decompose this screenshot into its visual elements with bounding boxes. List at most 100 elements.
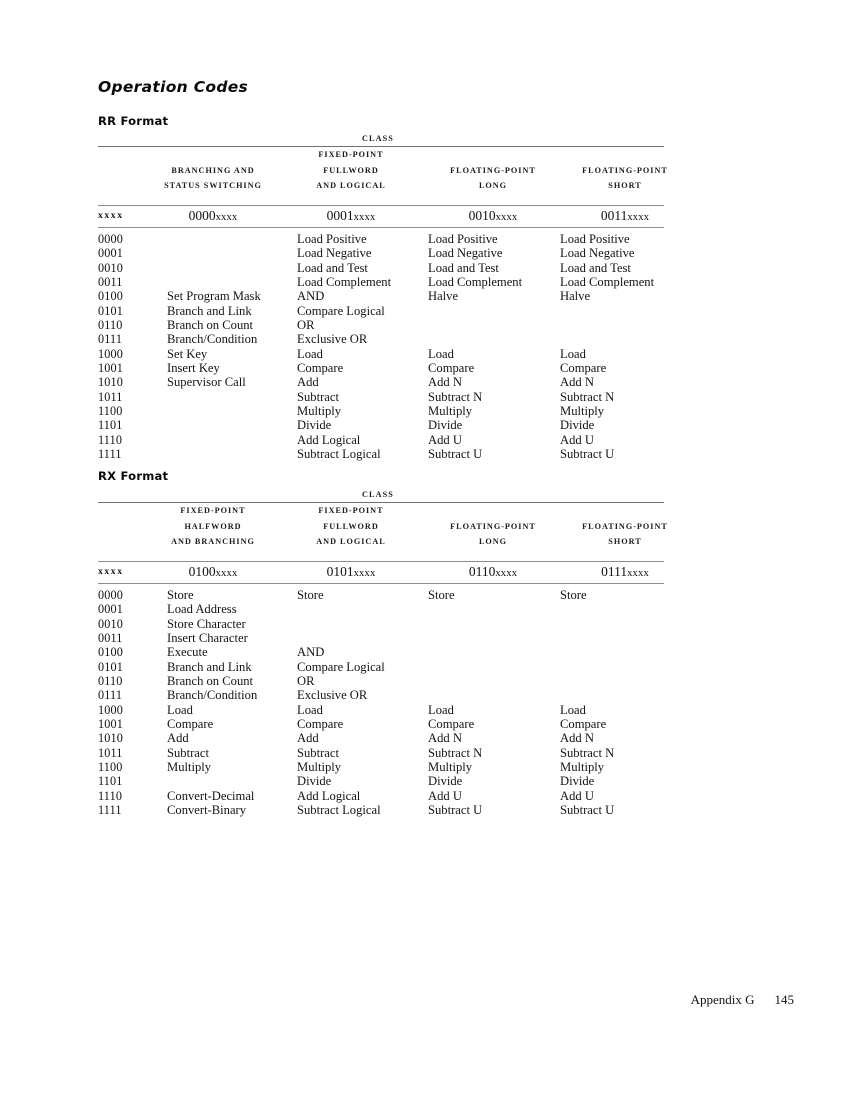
pattern-suffix: xxxx	[495, 568, 518, 579]
row-instruction: Add N	[428, 375, 462, 390]
table-row: 1010 Supervisor Call Add Add N Add N	[98, 375, 664, 389]
table-row: 1101 Divide Divide Divide	[98, 774, 664, 788]
row-opcode: 0000	[98, 588, 123, 602]
opcode-table-rr: CLASS BRANCHING AND STATUS SWITCHING FIXE…	[98, 134, 667, 462]
row-instruction: Load	[428, 346, 454, 361]
row-instruction: Compare	[297, 361, 344, 376]
row-instruction: Subtract N	[560, 745, 615, 760]
row-opcode: 0101	[98, 303, 123, 318]
row-opcode: 1110	[98, 432, 123, 447]
row-opcode: 0011	[98, 631, 123, 646]
row-instruction: Halve	[560, 289, 591, 304]
row-instruction: Divide	[560, 774, 595, 789]
pattern-prefix: 0111	[601, 564, 628, 579]
row-instruction: Divide	[297, 774, 332, 789]
table-header-row-rx: FIXED-POINT HALFWORD AND BRANCHING FIXED-P…	[98, 503, 667, 561]
pattern-prefix: 0100	[188, 564, 216, 579]
row-instruction: Add U	[560, 788, 594, 803]
row-instruction: Multiply	[167, 760, 212, 775]
table-row: 1011 Subtract Subtract Subtract N Subtract N	[98, 746, 664, 760]
table-row: 0110 Branch on Count OR	[98, 318, 664, 332]
row-instruction: Add Logical	[297, 432, 361, 447]
row-instruction: Subtract U	[428, 803, 483, 818]
row-instruction: Branch on Count	[167, 674, 254, 689]
table-row: 0110 Branch on Count OR	[98, 674, 664, 688]
row-instruction: Subtract N	[560, 389, 615, 404]
row-opcode: 0110	[98, 318, 123, 333]
column-header-line: SHORT	[608, 537, 642, 546]
row-instruction: Load	[297, 702, 323, 717]
pattern-prefix: 0101	[326, 564, 354, 579]
table-row: 1010 Add Add Add N Add N	[98, 731, 664, 745]
row-instruction: AND	[297, 645, 325, 660]
table-row: 0001 Load Address	[98, 602, 664, 616]
row-opcode: 1011	[98, 745, 123, 760]
table-row: 1000 Set Key Load Load Load	[98, 347, 664, 361]
row-instruction: Store	[428, 588, 455, 602]
row-opcode: 1001	[98, 717, 123, 732]
row-opcode: 1110	[98, 788, 123, 803]
row-instruction: Exclusive OR	[297, 332, 368, 347]
row-instruction: Add U	[428, 432, 462, 447]
row-instruction: OR	[297, 674, 315, 689]
table-row: 0011 Load Complement Load Complement Load C…	[98, 275, 664, 289]
row-instruction: OR	[297, 318, 315, 333]
row-instruction: Add	[297, 375, 319, 390]
row-opcode: 1001	[98, 361, 123, 376]
table-row: 1001 Insert Key Compare Compare Compare	[98, 361, 664, 375]
table-row: 1111 Subtract Logical Subtract U Subtract U	[98, 447, 664, 461]
class-label-rr: CLASS	[362, 134, 394, 143]
row-instruction: Compare	[560, 361, 607, 376]
row-instruction: Subtract	[167, 745, 209, 760]
table-row: 0101 Branch and Link Compare Logical	[98, 660, 664, 674]
section-heading-rx: RX Format	[98, 469, 169, 483]
row-instruction: Subtract Logical	[297, 803, 381, 818]
row-instruction: Load Negative	[297, 246, 372, 261]
row-instruction: Divide	[428, 418, 463, 433]
row-instruction: Subtract	[297, 389, 339, 404]
row-opcode: 1111	[98, 447, 122, 462]
row-instruction: Branch and Link	[167, 303, 252, 318]
row-instruction: Multiply	[560, 404, 605, 419]
page-title: Operation Codes	[98, 78, 249, 96]
row-instruction: Compare	[428, 717, 475, 732]
row-instruction: Add N	[560, 731, 594, 746]
row-instruction: Divide	[560, 418, 595, 433]
row-instruction: Convert-Decimal	[167, 788, 255, 803]
row-instruction: Subtract N	[428, 745, 483, 760]
table-row: 0000 Load Positive Load Positive Load Posit…	[98, 232, 664, 246]
row-opcode: 0101	[98, 659, 123, 674]
row-instruction: Branch/Condition	[167, 332, 258, 347]
column-header-line: SHORT	[608, 181, 642, 190]
row-instruction: Subtract N	[428, 389, 483, 404]
row-instruction: Load Negative	[560, 246, 635, 261]
pattern-suffix: xxxx	[627, 568, 649, 579]
row-instruction: Multiply	[428, 404, 473, 419]
table-row: 0111 Branch/Condition Exclusive OR	[98, 688, 664, 702]
row-instruction: Load Positive	[297, 232, 367, 246]
row-instruction: Add	[167, 731, 189, 746]
row-instruction: Add N	[560, 375, 594, 390]
row-instruction: Subtract U	[560, 803, 615, 818]
table-body-rr: 0000 Load Positive Load Positive Load Posit…	[98, 228, 664, 462]
row-instruction: Store	[297, 588, 324, 602]
table-row: 1100 Multiply Multiply Multiply	[98, 404, 664, 418]
row-instruction: Store	[560, 588, 587, 602]
row-opcode: 0100	[98, 645, 123, 660]
row-instruction: Load	[297, 346, 323, 361]
row-opcode: 0001	[98, 602, 123, 617]
row-instruction: Exclusive OR	[297, 688, 368, 703]
row-instruction: Set Key	[167, 346, 208, 361]
table-row: 0010 Load and Test Load and Test Load and T…	[98, 261, 664, 275]
row-instruction: Convert-Binary	[167, 803, 247, 818]
row-instruction: Add U	[428, 788, 462, 803]
pattern-suffix: xxxx	[353, 568, 376, 579]
row-instruction: Store Character	[167, 616, 246, 631]
pattern-suffix: xxxx	[215, 212, 238, 223]
row-opcode: 1111	[98, 803, 122, 818]
row-instruction: Compare	[428, 361, 475, 376]
document-page: Operation Codes RR Format CLASS BRANCHIN…	[0, 0, 849, 1100]
row-opcode: 1010	[98, 731, 123, 746]
row-instruction: Insert Character	[167, 631, 248, 646]
table-row: 1101 Divide Divide Divide	[98, 418, 664, 432]
